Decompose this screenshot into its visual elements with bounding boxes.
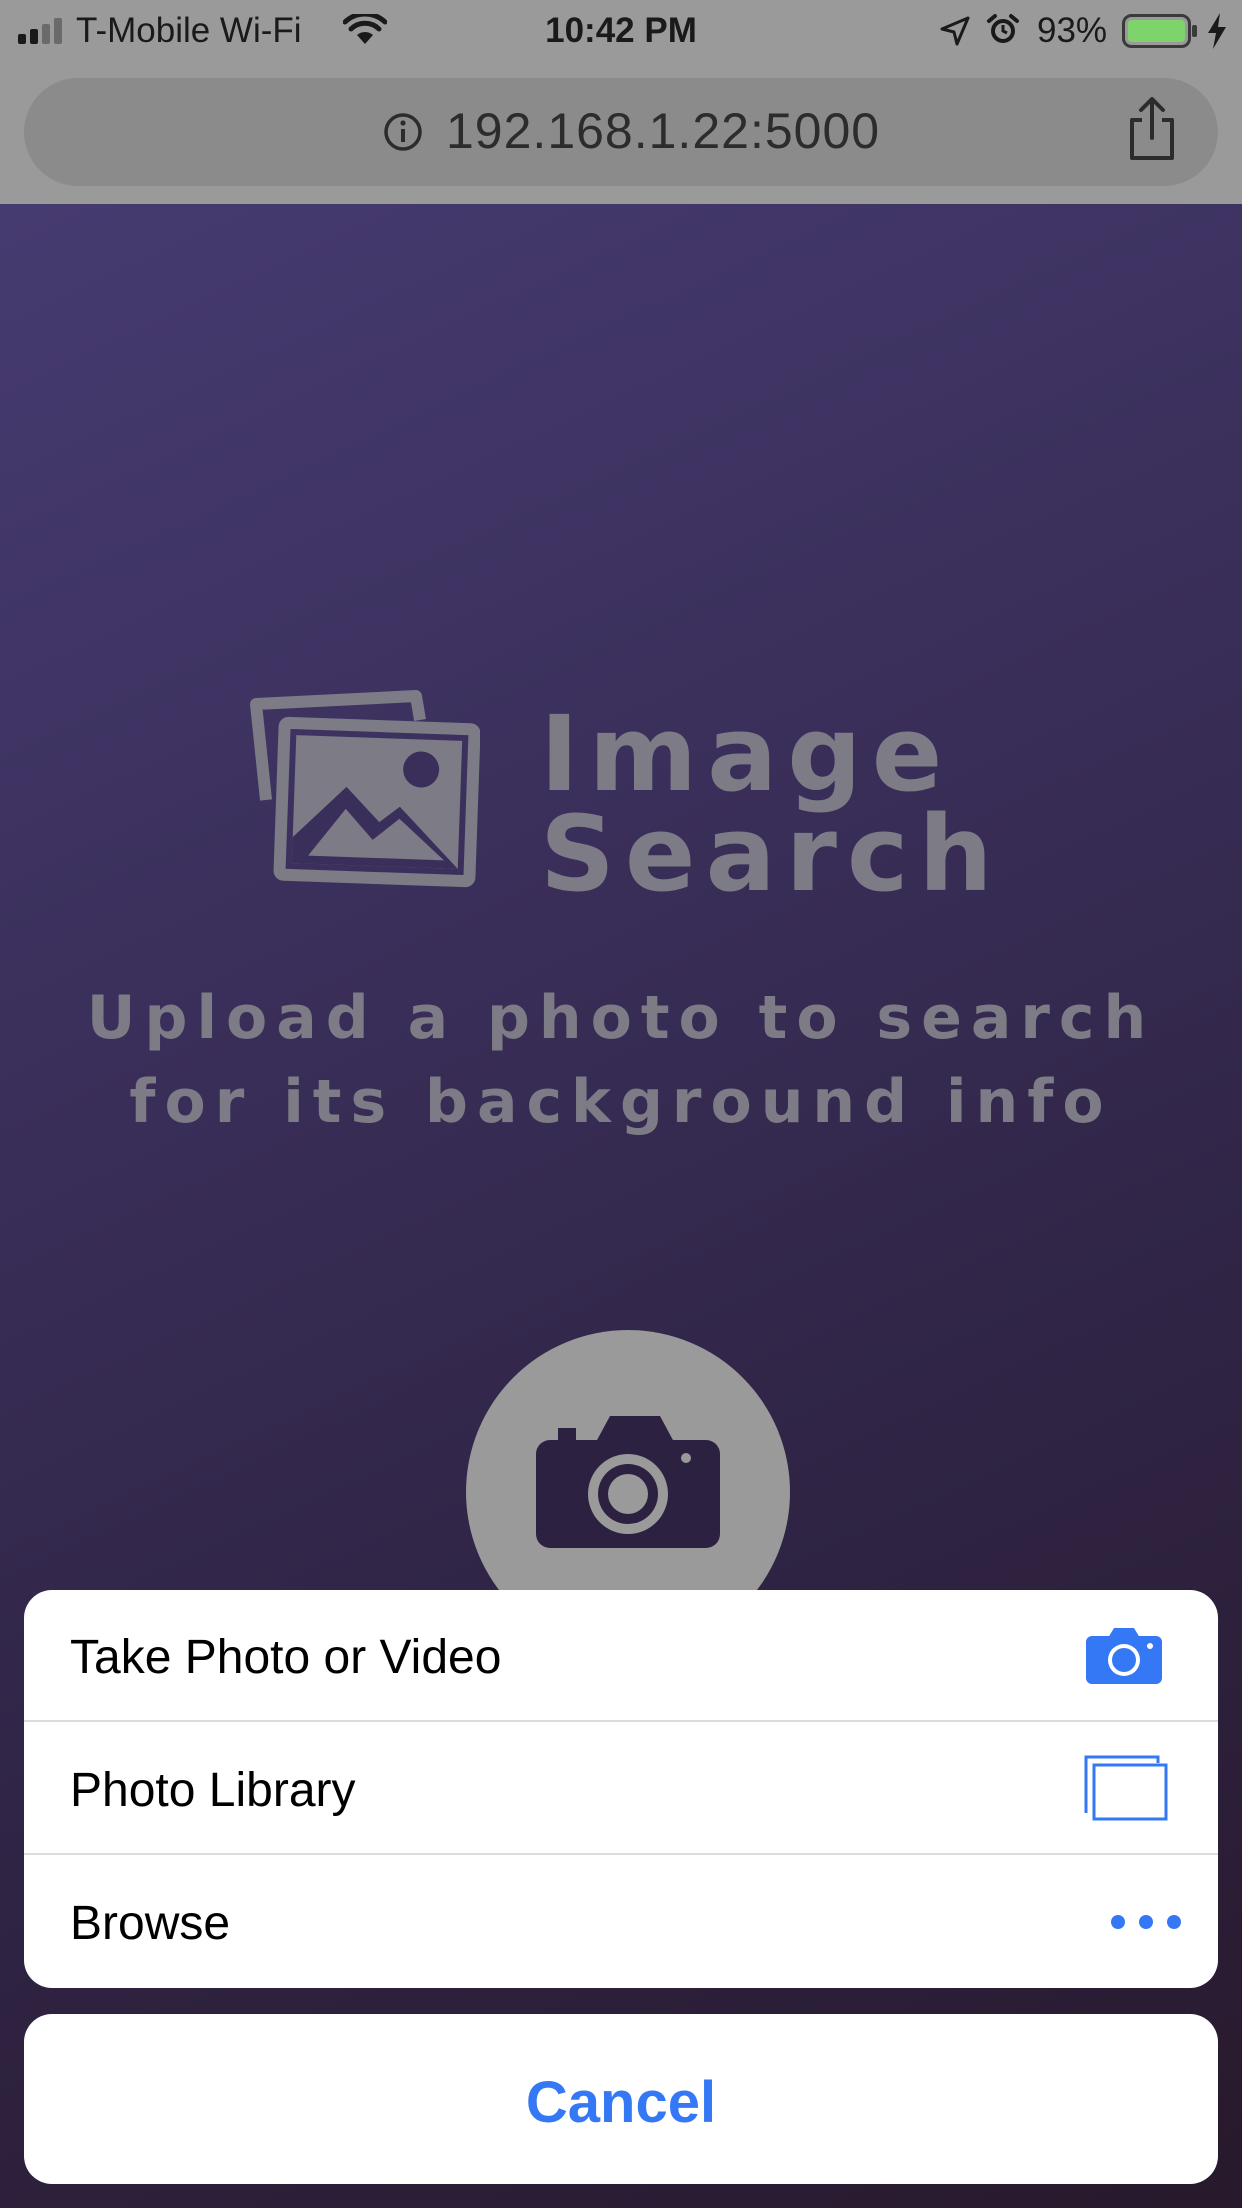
- battery-percentage: 93%: [1037, 11, 1108, 50]
- divider: [24, 1853, 1218, 1855]
- option-label: Photo Library: [70, 1764, 356, 1817]
- alarm-clock-icon: [987, 14, 1019, 43]
- divider: [24, 1720, 1218, 1722]
- photo-library-icon: [1084, 1755, 1168, 1821]
- action-sheet: Take Photo or Video Photo Library Browse: [24, 1590, 1218, 1988]
- photo-library-option[interactable]: Photo Library: [24, 1723, 1218, 1855]
- take-photo-option[interactable]: Take Photo or Video: [24, 1590, 1218, 1722]
- cancel-label: Cancel: [525, 2070, 717, 2135]
- info-icon[interactable]: [383, 112, 423, 152]
- share-icon[interactable]: [1124, 96, 1180, 162]
- app-title: Image Search: [540, 693, 1003, 915]
- camera-icon: [1086, 1628, 1162, 1684]
- option-label: Take Photo or Video: [70, 1631, 502, 1684]
- status-bar: T-Mobile Wi-Fi 10:42 PM 93%: [0, 0, 1242, 62]
- option-label: Browse: [70, 1897, 231, 1950]
- battery-icon: [1122, 14, 1197, 48]
- subtitle-line2: for its background info: [129, 1067, 1113, 1137]
- subtitle-line1: Upload a photo to search: [86, 983, 1156, 1053]
- browse-option[interactable]: Browse: [24, 1856, 1218, 1988]
- app-title-line1: Image: [540, 693, 953, 815]
- charging-bolt-icon: [1208, 13, 1226, 49]
- app-title-line2: Search: [540, 793, 1003, 915]
- camera-icon: [536, 1416, 720, 1548]
- app-subtitle: Upload a photo to search for its backgro…: [0, 976, 1242, 1144]
- more-icon: [1111, 1915, 1181, 1929]
- image-gallery-icon: [250, 690, 480, 888]
- location-arrow-icon: [940, 16, 970, 46]
- url-text[interactable]: 192.168.1.22:5000: [446, 106, 880, 156]
- cancel-button[interactable]: Cancel: [24, 2014, 1218, 2184]
